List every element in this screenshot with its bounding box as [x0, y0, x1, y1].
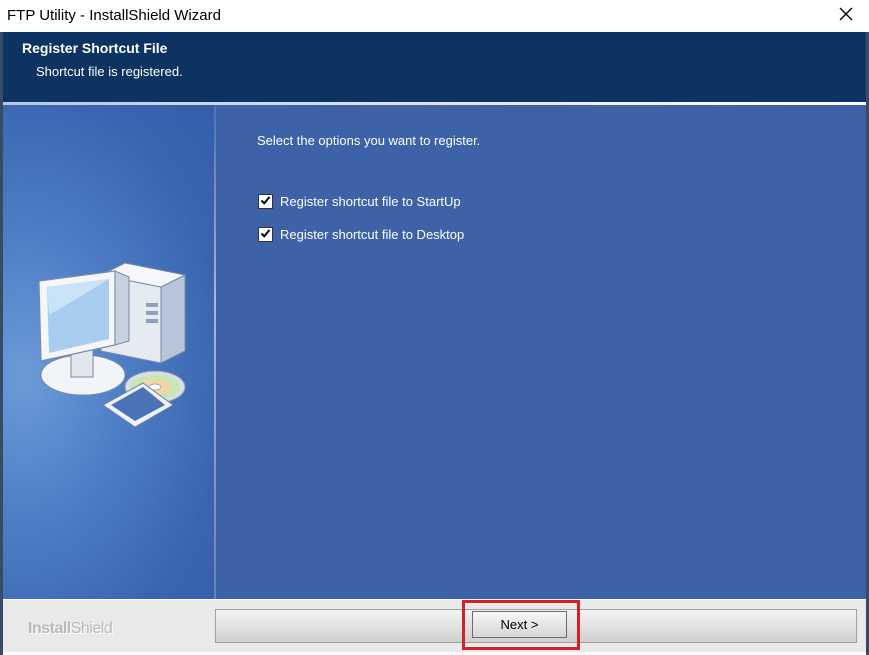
options-prompt: Select the options you want to register. — [257, 133, 481, 148]
checkmark-icon — [260, 227, 271, 242]
panel-divider — [214, 105, 216, 599]
checkmark-icon — [260, 194, 271, 209]
brand-light: Shield — [70, 620, 113, 637]
wizard-footer: InstallShield — [3, 599, 866, 652]
wizard-header: Register Shortcut File Shortcut file is … — [3, 32, 866, 103]
startup-option[interactable]: Register shortcut file to StartUp — [258, 194, 461, 209]
wizard-body: Select the options you want to register.… — [3, 105, 866, 599]
desktop-option[interactable]: Register shortcut file to Desktop — [258, 227, 464, 242]
next-button[interactable]: Next > — [472, 611, 567, 638]
close-button[interactable] — [823, 0, 869, 32]
startup-checkbox[interactable] — [258, 194, 273, 209]
window-title: FTP Utility - InstallShield Wizard — [7, 7, 221, 24]
desktop-checkbox[interactable] — [258, 227, 273, 242]
desktop-option-label: Register shortcut file to Desktop — [280, 227, 465, 242]
close-icon — [838, 6, 854, 27]
title-bar[interactable]: FTP Utility - InstallShield Wizard — [0, 0, 869, 32]
page-subtitle: Shortcut file is registered. — [36, 64, 183, 79]
startup-option-label: Register shortcut file to StartUp — [280, 194, 461, 209]
next-button-label: Next > — [500, 617, 539, 632]
side-panel — [3, 105, 214, 599]
page-title: Register Shortcut File — [22, 40, 168, 56]
installshield-logo: InstallShield — [28, 620, 113, 638]
installshield-window: FTP Utility - InstallShield Wizard Regis… — [0, 0, 869, 655]
brand-bold: Install — [28, 620, 71, 637]
